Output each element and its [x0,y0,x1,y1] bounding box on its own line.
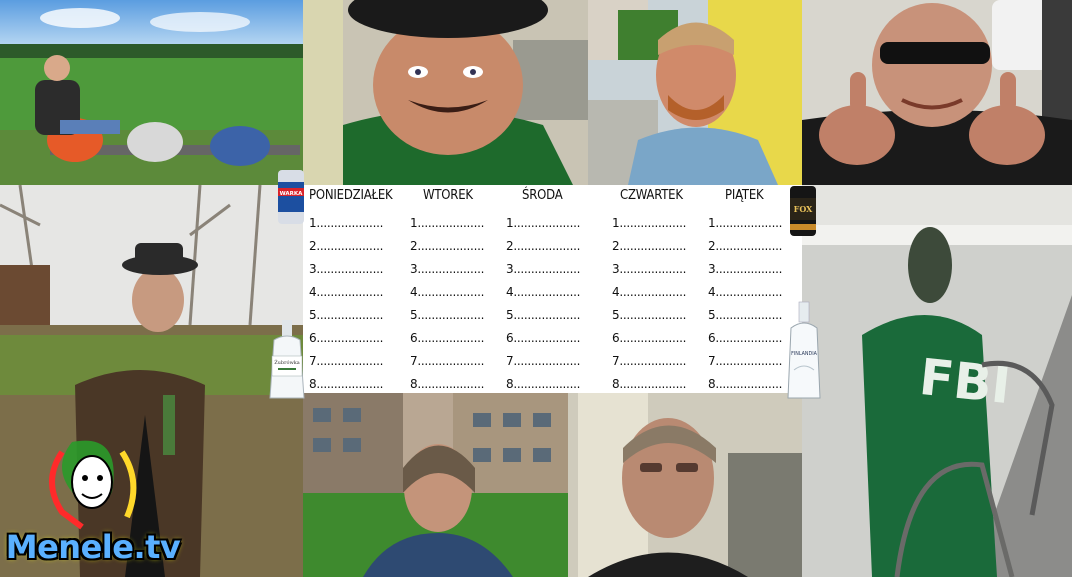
day-header: ŚRODA [522,188,563,203]
slot: 4................... [612,285,687,299]
slot: 2................... [506,239,581,253]
slot: 6................... [506,331,581,345]
slot: 7................... [612,354,687,368]
slot: 2................... [708,239,783,253]
slot: 3................... [708,262,783,276]
slot: 7................... [309,354,384,368]
schedule-column-wednesday: ŚRODA 1................... 2............… [506,185,606,393]
vodka-bottle-icon: Żubrówka [264,318,310,400]
schedule-column-thursday: CZWARTEK 1................... 2.........… [612,185,712,393]
can-right-label: FOX [794,204,814,214]
slot: 1................... [506,216,581,230]
vodka-right-label: FINLANDIA [791,351,818,357]
fbi-jacket-text: FBI [917,348,1013,415]
slot: 2................... [612,239,687,253]
slot: 1................... [410,216,485,230]
photo-fbi-jacket: FBI [802,185,1072,577]
photo-man-field-chair [0,0,303,185]
slot: 5................... [410,308,485,322]
slot: 6................... [708,331,783,345]
day-header: PONIEDZIAŁEK [309,188,393,203]
photo-smiling-man-hat [303,0,588,185]
menele-logo: Menele.tv [2,432,182,572]
logo-text: Menele.tv [5,528,181,566]
slot: 8................... [309,377,384,391]
dark-beer-can-icon: FOX [788,184,818,238]
slot: 4................... [309,285,384,299]
slot: 8................... [506,377,581,391]
slot: 6................... [309,331,384,345]
photo-redhaired-man [588,0,802,185]
slot: 4................... [708,285,783,299]
slot: 5................... [309,308,384,322]
schedule-column-monday: PONIEDZIAŁEK 1................... 2.....… [309,185,409,393]
finlandia-bottle-icon: FINLANDIA [782,300,826,400]
slot: 6................... [612,331,687,345]
slot: 5................... [708,308,783,322]
slot: 6................... [410,331,485,345]
can-left-label: WARKA [280,191,304,197]
slot: 7................... [708,354,783,368]
slot: 8................... [410,377,485,391]
photo-woman-buildings [303,393,568,577]
photo-older-man-indoor [568,393,802,577]
slot: 5................... [506,308,581,322]
slot: 3................... [309,262,384,276]
slot: 4................... [410,285,485,299]
slot: 3................... [506,262,581,276]
slot: 5................... [612,308,687,322]
slot: 3................... [612,262,687,276]
photo-sunglasses-thumbs-up [802,0,1072,185]
vodka-left-label: Żubrówka [274,359,300,366]
slot: 4................... [506,285,581,299]
day-header: WTOREK [423,188,473,203]
day-header: PIĄTEK [725,188,764,203]
beer-can-icon: WARKA [276,168,306,226]
slot: 7................... [410,354,485,368]
day-header: CZWARTEK [620,188,683,203]
slot: 8................... [612,377,687,391]
slot: 1................... [708,216,783,230]
slot: 2................... [410,239,485,253]
weekly-schedule: PONIEDZIAŁEK 1................... 2.....… [303,185,802,393]
slot: 7................... [506,354,581,368]
schedule-column-tuesday: WTOREK 1................... 2...........… [410,185,510,393]
slot: 2................... [309,239,384,253]
slot: 1................... [612,216,687,230]
slot: 1................... [309,216,384,230]
slot: 3................... [410,262,485,276]
slot: 8................... [708,377,783,391]
